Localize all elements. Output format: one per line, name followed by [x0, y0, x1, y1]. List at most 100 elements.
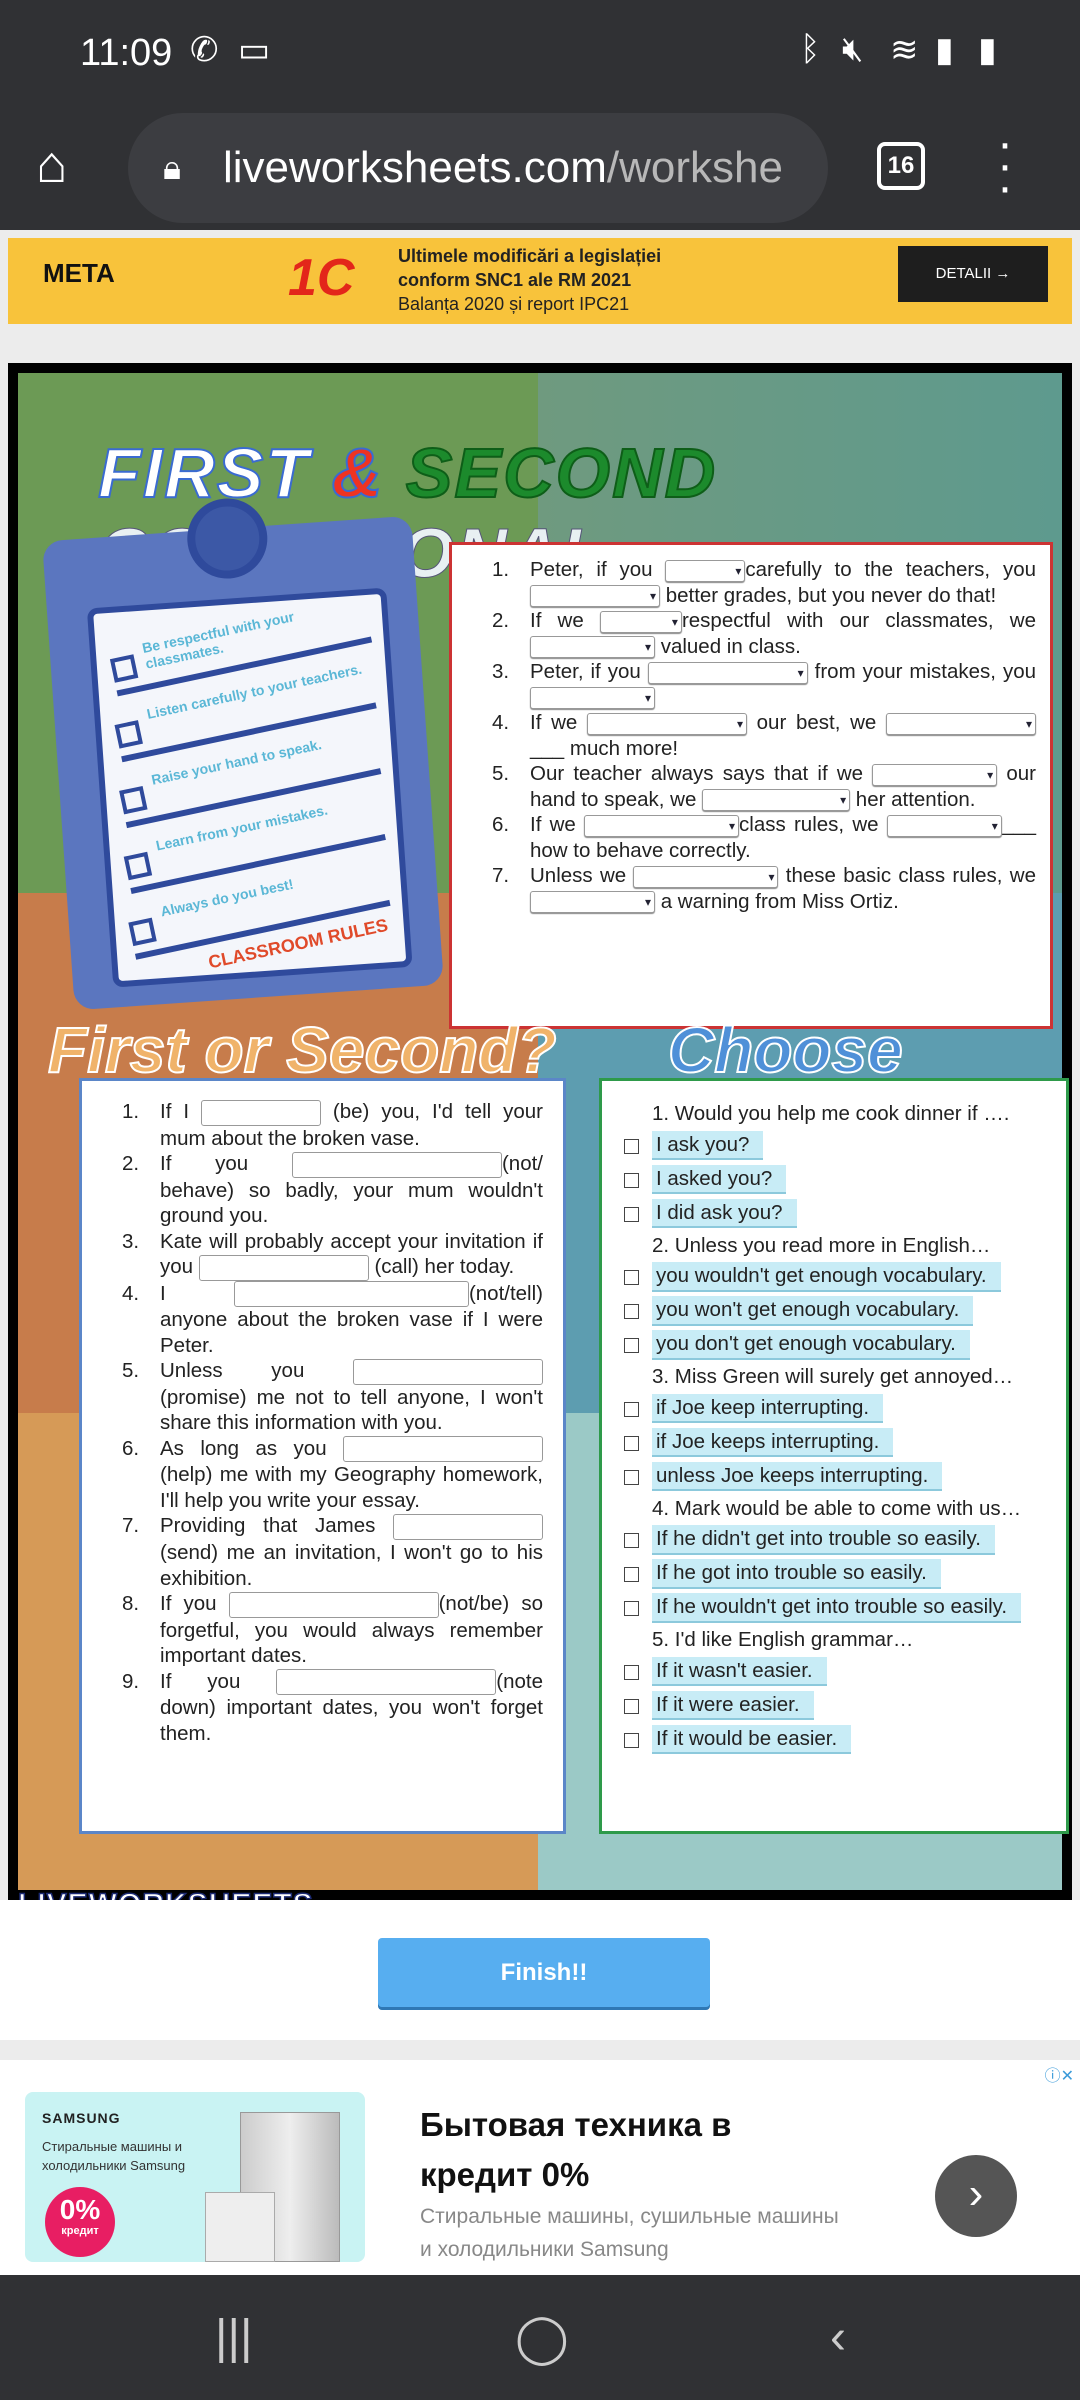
- finish-button[interactable]: Finish!!: [378, 1938, 710, 2007]
- answer-option[interactable]: you don't get enough vocabulary.: [620, 1330, 1056, 1360]
- address-bar[interactable]: 🔒︎ liveworksheets.com/workshe: [128, 113, 828, 223]
- answer-option[interactable]: I did ask you?: [620, 1198, 1056, 1228]
- answer-dropdown[interactable]: [584, 814, 740, 839]
- answer-option[interactable]: If it were easier.: [620, 1690, 1056, 1720]
- checkbox[interactable]: [624, 1435, 639, 1451]
- checkbox[interactable]: [624, 1533, 639, 1548]
- answer-dropdown[interactable]: [586, 712, 747, 737]
- answer-dropdown[interactable]: [530, 890, 655, 916]
- question-text: 2. Unless you read more in English…: [652, 1233, 991, 1257]
- checkbox[interactable]: [624, 1206, 639, 1222]
- answer-option[interactable]: I ask you?: [620, 1130, 1056, 1160]
- answer-option[interactable]: I asked you?: [620, 1164, 1056, 1194]
- more-menu-icon[interactable]: · · ·: [990, 120, 1020, 212]
- ad-line: Balanța 2020 și report IPC21: [398, 294, 630, 314]
- answer-input[interactable]: [228, 1591, 439, 1618]
- answer-input[interactable]: [276, 1669, 497, 1696]
- item-text: If we: [530, 813, 585, 836]
- status-bar: 11:09 ✆ ▭ ᛒ 🔇︎ ≋ ▮ ▮: [0, 0, 1080, 105]
- answer-input[interactable]: [353, 1358, 543, 1385]
- answer-input[interactable]: [200, 1099, 321, 1126]
- answer-dropdown[interactable]: [530, 686, 655, 712]
- answer-dropdown[interactable]: [647, 661, 808, 686]
- exercise-item: 2. If we respectful with our classmates, …: [492, 608, 1036, 661]
- checkbox[interactable]: [624, 1469, 639, 1485]
- answer-dropdown[interactable]: [530, 635, 655, 661]
- answer-option[interactable]: If he got into trouble so easily.: [620, 1559, 1056, 1589]
- answer-option[interactable]: unless Joe keeps interrupting.: [620, 1461, 1056, 1491]
- checkbox[interactable]: [624, 1664, 639, 1680]
- back-button[interactable]: ‹: [830, 2310, 846, 2365]
- answer-input[interactable]: [291, 1151, 502, 1178]
- answer-input[interactable]: [198, 1254, 369, 1281]
- home-icon[interactable]: ⌂: [36, 135, 67, 195]
- answer-option[interactable]: If it would be easier.: [620, 1724, 1056, 1754]
- answer-dropdown[interactable]: [530, 584, 660, 610]
- home-button[interactable]: ◯: [515, 2310, 569, 2366]
- answer-option[interactable]: you wouldn't get enough vocabulary.: [620, 1262, 1056, 1292]
- answer-dropdown[interactable]: [633, 865, 779, 890]
- chevron-right-icon[interactable]: ›: [935, 2155, 1017, 2237]
- question-text: 3. Miss Green will surely get annoyed…: [652, 1365, 1014, 1388]
- answer-dropdown[interactable]: [665, 559, 746, 584]
- item-number: 2.: [492, 609, 510, 632]
- answer-dropdown[interactable]: [886, 814, 1002, 839]
- checkbox-icon: [119, 785, 148, 815]
- checkbox[interactable]: [624, 1338, 639, 1353]
- exercise-2-box: 1. If I (be) you, I'd tell your mum about…: [79, 1078, 566, 1834]
- samsung-ad[interactable]: ⓘ✕ SAMSUNG Стиральные машины и холодильн…: [0, 2060, 1080, 2275]
- checkbox[interactable]: [624, 1567, 639, 1582]
- answer-input[interactable]: [233, 1281, 469, 1308]
- answer-dropdown[interactable]: [702, 788, 851, 814]
- recent-apps-button[interactable]: |||: [215, 2310, 252, 2365]
- checkbox[interactable]: [624, 1270, 639, 1285]
- question-text: 5. I'd like English grammar…: [652, 1628, 914, 1651]
- checkbox[interactable]: [624, 1732, 639, 1748]
- checkbox[interactable]: [624, 1138, 639, 1154]
- ad-image-text: Стиральные машины и холодильники Samsung: [42, 2139, 186, 2173]
- checkbox[interactable]: [624, 1304, 639, 1319]
- item-text: Unless you: [160, 1359, 353, 1383]
- ad-image: SAMSUNG Стиральные машины и холодильники…: [25, 2092, 365, 2262]
- ad-info-icon[interactable]: ⓘ✕: [1045, 2062, 1074, 2086]
- answer-option[interactable]: If it wasn't easier.: [620, 1656, 1056, 1686]
- banner-ad[interactable]: META 1C Ultimele modificări a legislație…: [8, 238, 1072, 324]
- answer-option[interactable]: If he didn't get into trouble so easily.: [620, 1525, 1056, 1555]
- bluetooth-icon: ᛒ: [800, 30, 821, 68]
- option-label: I asked you?: [652, 1164, 787, 1194]
- details-button[interactable]: DETALII →: [898, 246, 1048, 302]
- item-text: a warning from Miss Ortiz.: [655, 889, 899, 913]
- credit-badge: 0% кредит: [45, 2187, 115, 2257]
- answer-input[interactable]: [343, 1436, 543, 1463]
- question-text: 4. Mark would be able to come with us…: [652, 1496, 1022, 1520]
- item-text: Our teacher always says that if we: [530, 762, 873, 785]
- checkbox[interactable]: [624, 1172, 639, 1188]
- answer-dropdown[interactable]: [886, 712, 1036, 737]
- item-text: As long as you: [160, 1436, 343, 1460]
- answer-option[interactable]: if Joe keep interrupting.: [620, 1393, 1056, 1423]
- answer-option[interactable]: if Joe keeps interrupting.: [620, 1427, 1056, 1457]
- item-text: these basic class rules, we: [778, 864, 1036, 887]
- ad-headline: Бытовая техника в кредит 0%: [420, 2106, 732, 2193]
- answer-input[interactable]: [393, 1514, 543, 1541]
- answer-option[interactable]: If he wouldn't get into trouble so easil…: [620, 1593, 1056, 1623]
- exercise-item: 5.Our teacher always says that if we our…: [492, 761, 1036, 814]
- answer-option[interactable]: you won't get enough vocabulary.: [620, 1296, 1056, 1326]
- video-icon: ▭: [238, 31, 271, 69]
- checkbox[interactable]: [624, 1698, 639, 1714]
- tab-switcher-button[interactable]: 16: [877, 142, 925, 190]
- exercise-item: 1. Peter, if you carefully to the teacher…: [492, 557, 1036, 610]
- answer-dropdown[interactable]: [599, 610, 682, 635]
- checkbox[interactable]: [624, 1601, 639, 1616]
- item-number: 5.: [122, 1359, 140, 1383]
- item-number: 4.: [122, 1281, 140, 1305]
- option-label: you wouldn't get enough vocabulary.: [652, 1262, 1001, 1292]
- exercise-item: 8. If you (not/be) so forgetful, you woul…: [122, 1591, 543, 1669]
- item-number: 7.: [122, 1514, 140, 1538]
- item-text: ___ much more!: [530, 736, 679, 760]
- android-nav-bar: ||| ◯ ‹: [0, 2275, 1080, 2400]
- answer-dropdown[interactable]: [872, 763, 998, 788]
- item-text: better grades, but you never do that!: [660, 583, 997, 607]
- checkbox[interactable]: [624, 1401, 639, 1417]
- mute-icon: 🔇︎: [842, 30, 864, 68]
